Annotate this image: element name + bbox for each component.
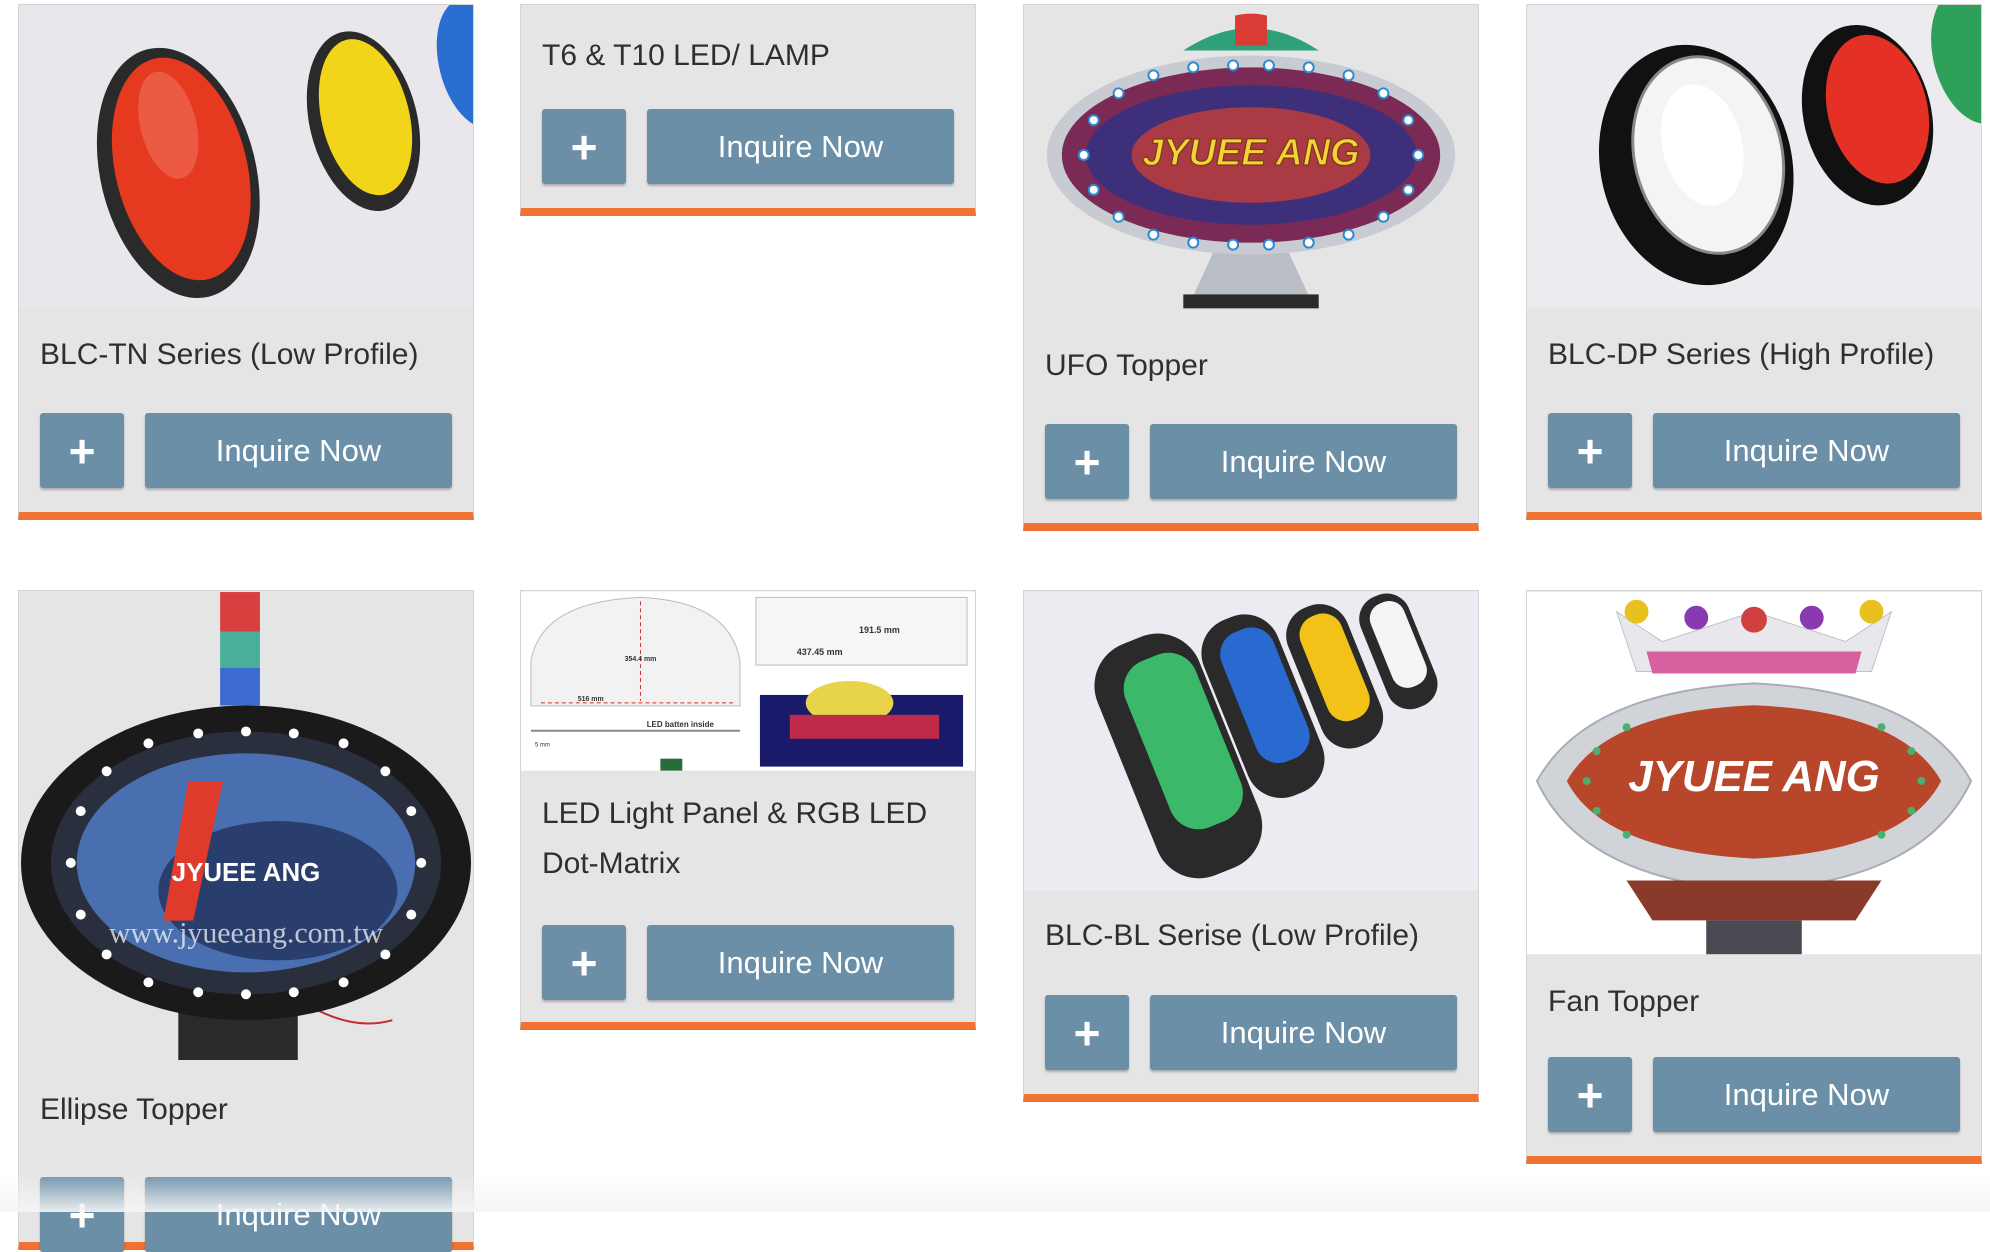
inquire-button[interactable]: Inquire Now <box>145 413 452 488</box>
product-card: T6 & T10 LED/ LAMP + Inquire Now <box>520 4 976 216</box>
add-button[interactable]: + <box>1045 424 1129 499</box>
product-title[interactable]: BLC-TN Series (Low Profile) <box>40 330 459 380</box>
product-card: JYUEE ANG www.jyueeang.com.tw Ellipse To… <box>18 590 474 1252</box>
add-button[interactable]: + <box>542 925 626 1000</box>
product-title[interactable]: T6 & T10 LED/ LAMP <box>542 31 961 81</box>
product-image[interactable]: JYUEE ANG <box>1527 591 1981 955</box>
product-image[interactable] <box>1527 5 1981 309</box>
svg-text:www.jyueeang.com.tw: www.jyueeang.com.tw <box>109 917 384 950</box>
svg-text:LED batten inside: LED batten inside <box>647 720 715 729</box>
svg-text:JYUEE ANG: JYUEE ANG <box>1628 752 1880 801</box>
product-card: BLC-BL Serise (Low Profile) + Inquire No… <box>1023 590 1479 1102</box>
inquire-button[interactable]: Inquire Now <box>647 109 954 184</box>
svg-text:JYUEE ANG: JYUEE ANG <box>1142 132 1359 174</box>
add-button[interactable]: + <box>1045 995 1129 1070</box>
product-image[interactable]: JYUEE ANG www.jyueeang.com.tw <box>19 591 473 1071</box>
inquire-button[interactable]: Inquire Now <box>1653 413 1960 488</box>
product-card: JYUEE ANG Fan Topper + Inquire Now <box>1526 590 1982 1164</box>
svg-text:JYUEE ANG: JYUEE ANG <box>172 859 321 887</box>
add-button[interactable]: + <box>40 413 124 488</box>
product-title[interactable]: Fan Topper <box>1548 977 1967 1027</box>
add-button[interactable]: + <box>1548 413 1632 488</box>
product-title[interactable]: UFO Topper <box>1045 341 1464 391</box>
add-button[interactable]: + <box>1548 1057 1632 1132</box>
inquire-button[interactable]: Inquire Now <box>647 925 954 1000</box>
svg-text:354.4 mm: 354.4 mm <box>625 656 657 663</box>
product-image[interactable]: 354.4 mm 516 mm 191.5 mm 437.45 mm LED b… <box>521 591 975 771</box>
add-button[interactable]: + <box>542 109 626 184</box>
svg-text:516 mm: 516 mm <box>578 696 604 703</box>
product-title[interactable]: BLC-BL Serise (Low Profile) <box>1045 911 1464 961</box>
product-title[interactable]: Ellipse Topper <box>40 1085 459 1135</box>
product-title[interactable]: LED Light Panel & RGB LED Dot-Matrix <box>542 789 961 889</box>
product-image[interactable] <box>19 5 473 309</box>
svg-text:437.45 mm: 437.45 mm <box>797 647 843 657</box>
product-title[interactable]: BLC-DP Series (High Profile) <box>1548 330 1967 380</box>
product-image[interactable]: JYUEE ANG <box>1024 5 1478 315</box>
svg-text:191.5 mm: 191.5 mm <box>859 625 900 635</box>
product-image[interactable] <box>1024 591 1478 891</box>
product-card: BLC-DP Series (High Profile) + Inquire N… <box>1526 4 1982 520</box>
inquire-button[interactable]: Inquire Now <box>1653 1057 1960 1132</box>
product-card: JYUEE ANG UFO Topper + Inquire Now <box>1023 4 1479 531</box>
product-card: BLC-TN Series (Low Profile) + Inquire No… <box>18 4 474 520</box>
bottom-fade <box>0 1172 1990 1212</box>
inquire-button[interactable]: Inquire Now <box>1150 424 1457 499</box>
svg-text:5 mm: 5 mm <box>535 743 550 749</box>
product-card: 354.4 mm 516 mm 191.5 mm 437.45 mm LED b… <box>520 590 976 1030</box>
inquire-button[interactable]: Inquire Now <box>1150 995 1457 1070</box>
